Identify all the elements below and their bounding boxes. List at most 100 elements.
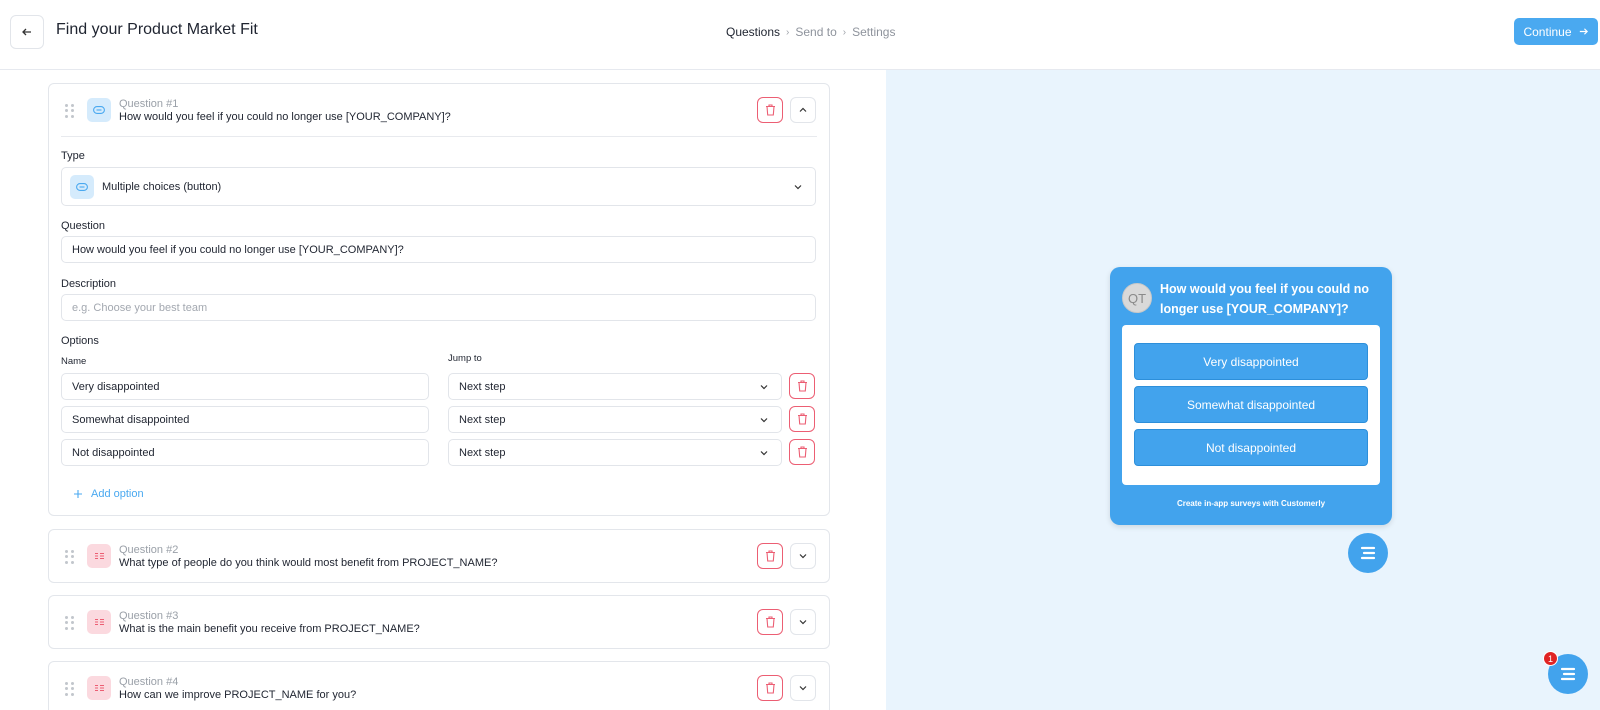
option-name-input[interactable]: Somewhat disappointed <box>61 406 429 433</box>
expand-button[interactable] <box>790 609 816 635</box>
chevron-down-icon <box>799 686 807 691</box>
arrow-right-icon <box>1579 28 1588 35</box>
question-card[interactable]: Question #4 How can we improve PROJECT_N… <box>48 661 830 710</box>
description-label: Description <box>61 278 117 290</box>
jump-to-select[interactable]: Next step <box>448 373 782 400</box>
question-editor: Question #1 How would you feel if you co… <box>0 70 886 710</box>
name-column-label: Name <box>61 356 87 367</box>
chevron-right-icon: › <box>842 26 847 38</box>
delete-question-button[interactable] <box>757 543 783 569</box>
question-number: Question #2 <box>119 544 179 556</box>
divider <box>61 136 817 137</box>
avatar: QT <box>1122 283 1152 313</box>
chat-icon <box>1560 667 1576 681</box>
question-title: What is the main benefit you receive fro… <box>119 623 420 635</box>
widget-option-button[interactable]: Not disappointed <box>1134 429 1368 466</box>
chevron-up-icon <box>799 107 807 112</box>
jump-to-value: Next step <box>459 446 506 459</box>
survey-preview: QT How would you feel if you could no lo… <box>886 70 1600 710</box>
question-card-header[interactable]: Question #1 How would you feel if you co… <box>49 84 829 136</box>
step-questions[interactable]: Questions <box>726 25 780 39</box>
option-name-input[interactable]: Very disappointed <box>61 373 429 400</box>
back-button[interactable] <box>10 15 44 49</box>
chat-launcher-preview[interactable] <box>1348 533 1388 573</box>
jump-to-select[interactable]: Next step <box>448 439 782 466</box>
question-title: What type of people do you think would m… <box>119 557 498 569</box>
drag-handle-icon[interactable] <box>65 616 75 630</box>
collapse-button[interactable] <box>790 97 816 123</box>
type-label: Type <box>61 150 85 162</box>
type-select-value: Multiple choices (button) <box>102 180 222 193</box>
jump-to-value: Next step <box>459 380 506 393</box>
question-input[interactable]: How would you feel if you could no longe… <box>61 236 816 263</box>
description-input[interactable]: e.g. Choose your best team <box>61 294 816 321</box>
drag-handle-icon[interactable] <box>65 550 75 564</box>
delete-option-button[interactable] <box>789 439 815 465</box>
continue-label: Continue <box>1523 24 1572 39</box>
list-icon <box>87 544 111 568</box>
jump-to-value: Next step <box>459 413 506 426</box>
delete-option-button[interactable] <box>789 406 815 432</box>
list-icon <box>87 610 111 634</box>
chevron-down-icon <box>799 554 807 559</box>
question-card-header[interactable]: Question #2 What type of people do you t… <box>49 530 829 582</box>
plus-icon <box>74 490 82 498</box>
type-select[interactable]: Multiple choices (button) <box>61 167 816 206</box>
add-option-button[interactable]: Add option <box>73 488 144 500</box>
chevron-right-icon: › <box>786 26 790 38</box>
expand-button[interactable] <box>790 675 816 701</box>
delete-question-button[interactable] <box>757 609 783 635</box>
step-settings[interactable]: Settings <box>852 25 895 39</box>
page-title: Find your Product Market Fit <box>56 21 258 38</box>
question-card-header[interactable]: Question #3 What is the main benefit you… <box>49 596 829 648</box>
arrow-left-icon <box>22 28 31 36</box>
question-card-header[interactable]: Question #4 How can we improve PROJECT_N… <box>49 662 829 710</box>
widget-option-button[interactable]: Very disappointed <box>1134 343 1368 380</box>
question-title: How can we improve PROJECT_NAME for you? <box>119 689 357 701</box>
chevron-down-icon <box>799 620 807 625</box>
widget-options-panel: Very disappointed Somewhat disappointed … <box>1122 325 1380 485</box>
question-title: How would you feel if you could no longe… <box>119 111 451 123</box>
chevron-down-icon <box>794 184 802 189</box>
question-number: Question #3 <box>119 610 179 622</box>
trash-icon <box>765 104 775 116</box>
question-label: Question <box>61 220 106 232</box>
options-label: Options <box>61 335 99 347</box>
widget-question: How would you feel if you could no longe… <box>1160 282 1370 316</box>
step-send-to[interactable]: Send to <box>795 25 836 39</box>
delete-question-button[interactable] <box>757 97 783 123</box>
chevron-down-icon <box>760 384 768 389</box>
trash-icon <box>797 446 807 458</box>
list-icon <box>87 676 111 700</box>
question-card: Question #1 How would you feel if you co… <box>48 83 830 516</box>
link-icon <box>70 174 94 199</box>
drag-handle-icon[interactable] <box>65 682 75 696</box>
question-number: Question #1 <box>119 98 179 110</box>
option-name-input[interactable]: Not disappointed <box>61 439 429 466</box>
delete-question-button[interactable] <box>757 675 783 701</box>
continue-button[interactable]: Continue <box>1514 18 1598 45</box>
add-option-label: Add option <box>91 488 144 500</box>
drag-handle-icon[interactable] <box>65 104 75 118</box>
chat-icon <box>1360 546 1376 560</box>
jump-to-select[interactable]: Next step <box>448 406 782 433</box>
chevron-down-icon <box>760 417 768 422</box>
widget-footer: Create in-app surveys with Customerly <box>1176 499 1326 508</box>
trash-icon <box>765 550 775 562</box>
trash-icon <box>797 413 807 425</box>
jump-to-column-label: Jump to <box>448 353 482 364</box>
step-breadcrumb: Questions › Send to › Settings <box>726 25 895 39</box>
widget-option-button[interactable]: Somewhat disappointed <box>1134 386 1368 423</box>
trash-icon <box>797 380 807 392</box>
question-number: Question #4 <box>119 676 179 688</box>
chevron-down-icon <box>760 450 768 455</box>
question-card[interactable]: Question #3 What is the main benefit you… <box>48 595 830 649</box>
notification-badge: 1 <box>1543 651 1558 666</box>
question-card[interactable]: Question #2 What type of people do you t… <box>48 529 830 583</box>
trash-icon <box>765 682 775 694</box>
delete-option-button[interactable] <box>789 373 815 399</box>
survey-widget: QT How would you feel if you could no lo… <box>1110 267 1392 525</box>
link-icon <box>87 98 111 122</box>
expand-button[interactable] <box>790 543 816 569</box>
trash-icon <box>765 616 775 628</box>
